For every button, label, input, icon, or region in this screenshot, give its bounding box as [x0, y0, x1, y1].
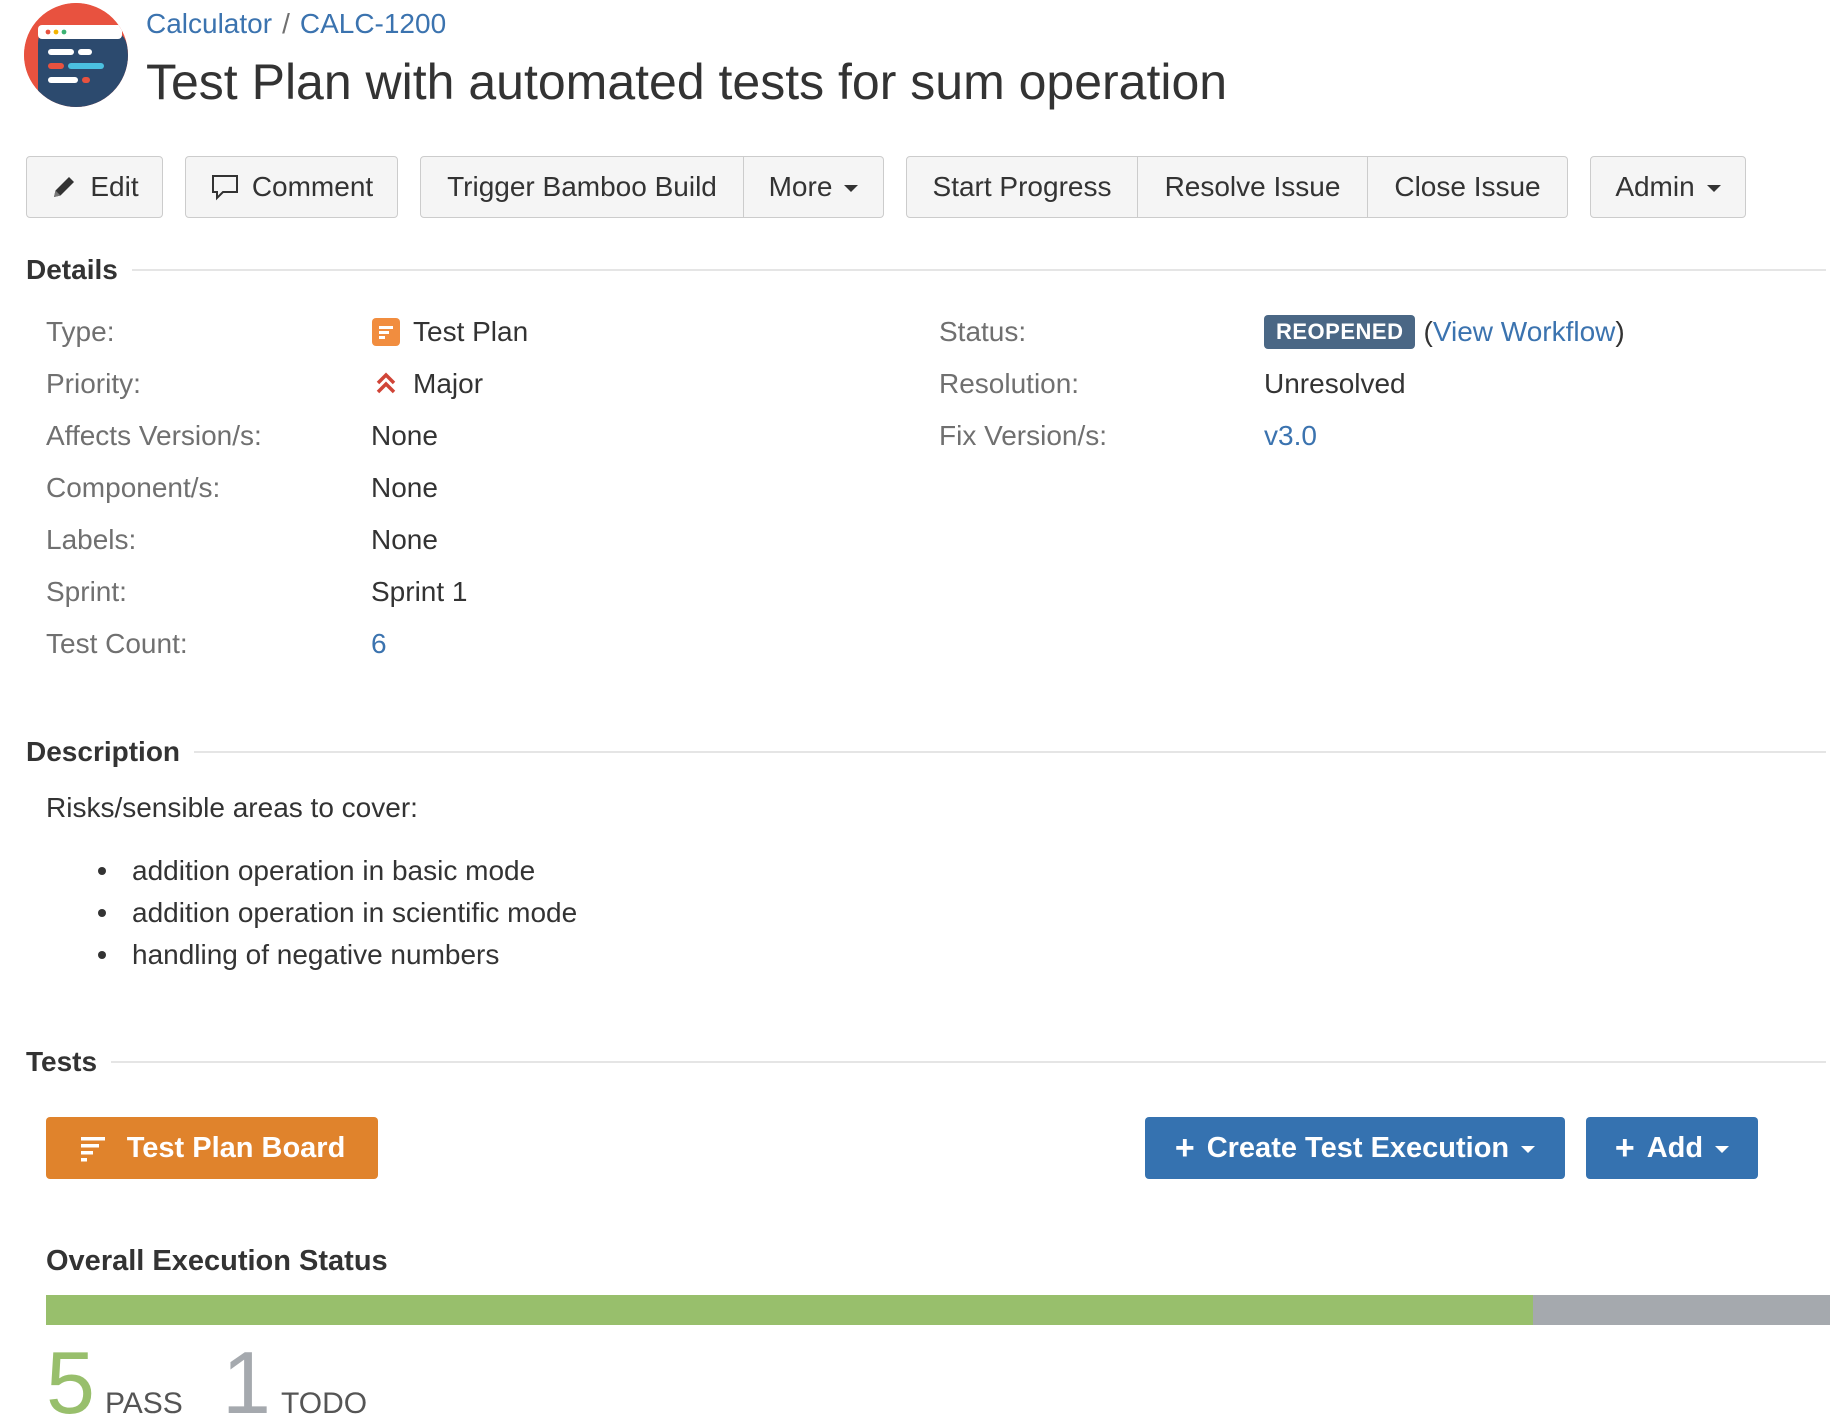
list-item-text: addition operation in scientific mode: [132, 897, 578, 928]
plus-icon: +: [1174, 1129, 1195, 1167]
sprint-value: Sprint 1: [371, 576, 468, 607]
list-item: handling of negative numbers: [46, 934, 577, 976]
components-value: None: [371, 472, 438, 503]
type-value-text: Test Plan: [413, 316, 529, 347]
affects-versions-label: Affects Version/s:: [46, 420, 262, 451]
create-test-execution-label: Create Test Execution: [1206, 1131, 1510, 1164]
priority-value-text: Major: [413, 368, 484, 399]
workflow-open-paren: (: [1423, 316, 1433, 347]
pencil-icon: [50, 173, 78, 201]
bullet-icon: [98, 951, 106, 959]
details-divider: [131, 269, 1826, 271]
priority-label: Priority:: [46, 368, 141, 399]
bullet-icon: [98, 909, 106, 917]
start-progress-button[interactable]: Start Progress: [906, 156, 1138, 218]
type-label: Type:: [46, 316, 115, 347]
trigger-bamboo-build-button[interactable]: Trigger Bamboo Build: [420, 156, 744, 218]
edit-button-label: Edit: [90, 171, 139, 202]
chevron-down-icon: [844, 184, 859, 192]
labels-value: None: [371, 524, 438, 555]
admin-button-label: Admin: [1615, 171, 1695, 202]
admin-dropdown-button[interactable]: Admin: [1590, 156, 1746, 218]
speech-bubble-icon: [210, 172, 240, 202]
labels-label: Labels:: [46, 524, 137, 555]
priority-major-icon: [371, 369, 401, 399]
more-button-label: More: [768, 171, 833, 202]
fix-versions-label: Fix Version/s:: [939, 420, 1108, 451]
chevron-down-icon: [1706, 184, 1721, 192]
issue-header: Calculator / CALC-1200 Test Plan with auto…: [24, 3, 1824, 110]
more-dropdown-button[interactable]: More: [744, 156, 884, 218]
breadcrumb: Calculator / CALC-1200: [146, 7, 446, 41]
comment-button[interactable]: Comment: [185, 156, 398, 218]
test-count-link[interactable]: 6: [371, 626, 387, 662]
components-label: Component/s:: [46, 472, 221, 503]
breadcrumb-separator: /: [282, 8, 290, 39]
breadcrumb-issue-key-link[interactable]: CALC-1200: [300, 8, 446, 39]
todo-count[interactable]: 1 TODO: [222, 1338, 367, 1428]
description-heading-text: Description: [26, 736, 181, 767]
fix-version-link[interactable]: v3.0: [1264, 418, 1317, 454]
workflow-close-paren: ): [1615, 316, 1625, 347]
create-test-execution-button[interactable]: + Create Test Execution: [1145, 1117, 1565, 1179]
add-dropdown-button[interactable]: + Add: [1586, 1117, 1758, 1179]
bullet-icon: [98, 867, 106, 875]
test-plan-icon: [371, 317, 401, 347]
project-avatar-icon[interactable]: [24, 3, 128, 107]
list-item-text: handling of negative numbers: [132, 939, 500, 970]
tests-heading[interactable]: Tests: [26, 1046, 1826, 1078]
todo-count-label: TODO: [280, 1387, 368, 1420]
comment-button-label: Comment: [251, 171, 374, 202]
resolution-value: Unresolved: [1264, 368, 1406, 399]
progress-segment-pass[interactable]: [46, 1295, 1533, 1325]
breadcrumb-project-link[interactable]: Calculator: [146, 8, 272, 39]
plus-icon: +: [1614, 1129, 1635, 1167]
close-issue-button[interactable]: Close Issue: [1368, 156, 1568, 218]
details-heading[interactable]: Details: [26, 254, 1826, 286]
description-list: addition operation in basic mode additio…: [46, 850, 577, 976]
status-badge: REOPENED: [1264, 315, 1416, 349]
tests-divider: [111, 1061, 1826, 1063]
pass-count[interactable]: 5 PASS: [46, 1338, 183, 1428]
type-value: Test Plan: [371, 314, 528, 350]
sprint-label: Sprint:: [46, 576, 127, 607]
status-label: Status:: [939, 316, 1027, 347]
description-heading[interactable]: Description: [26, 736, 1826, 768]
page-title: Test Plan with automated tests for sum o…: [146, 54, 1228, 110]
chevron-down-icon: [1715, 1145, 1730, 1153]
edit-button[interactable]: Edit: [26, 156, 163, 218]
pass-count-number: 5: [46, 1333, 95, 1428]
resolution-label: Resolution:: [939, 368, 1080, 399]
test-count-label: Test Count:: [46, 628, 188, 659]
description-divider: [194, 751, 1826, 753]
execution-status-progress-bar[interactable]: [46, 1295, 1830, 1325]
todo-count-number: 1: [222, 1333, 271, 1428]
details-heading-text: Details: [26, 254, 118, 285]
test-plan-board-label: Test Plan Board: [126, 1131, 346, 1164]
test-plan-board-button[interactable]: Test Plan Board: [46, 1117, 378, 1179]
list-item-text: addition operation in basic mode: [132, 855, 536, 886]
pass-count-label: PASS: [104, 1387, 183, 1420]
progress-segment-todo[interactable]: [1533, 1295, 1830, 1325]
test-plan-board-icon: [79, 1133, 109, 1163]
list-item: addition operation in basic mode: [46, 850, 577, 892]
add-button-label: Add: [1646, 1131, 1704, 1164]
view-workflow-link[interactable]: View Workflow: [1433, 314, 1616, 350]
overall-execution-status-title: Overall Execution Status: [46, 1245, 388, 1277]
tests-heading-text: Tests: [26, 1046, 98, 1077]
list-item: addition operation in scientific mode: [46, 892, 577, 934]
priority-value: Major: [371, 366, 483, 402]
chevron-down-icon: [1521, 1145, 1536, 1153]
description-intro: Risks/sensible areas to cover:: [46, 792, 418, 823]
affects-versions-value: None: [371, 420, 438, 451]
resolve-issue-button[interactable]: Resolve Issue: [1138, 156, 1368, 218]
status-value: REOPENED(View Workflow): [1264, 314, 1625, 350]
